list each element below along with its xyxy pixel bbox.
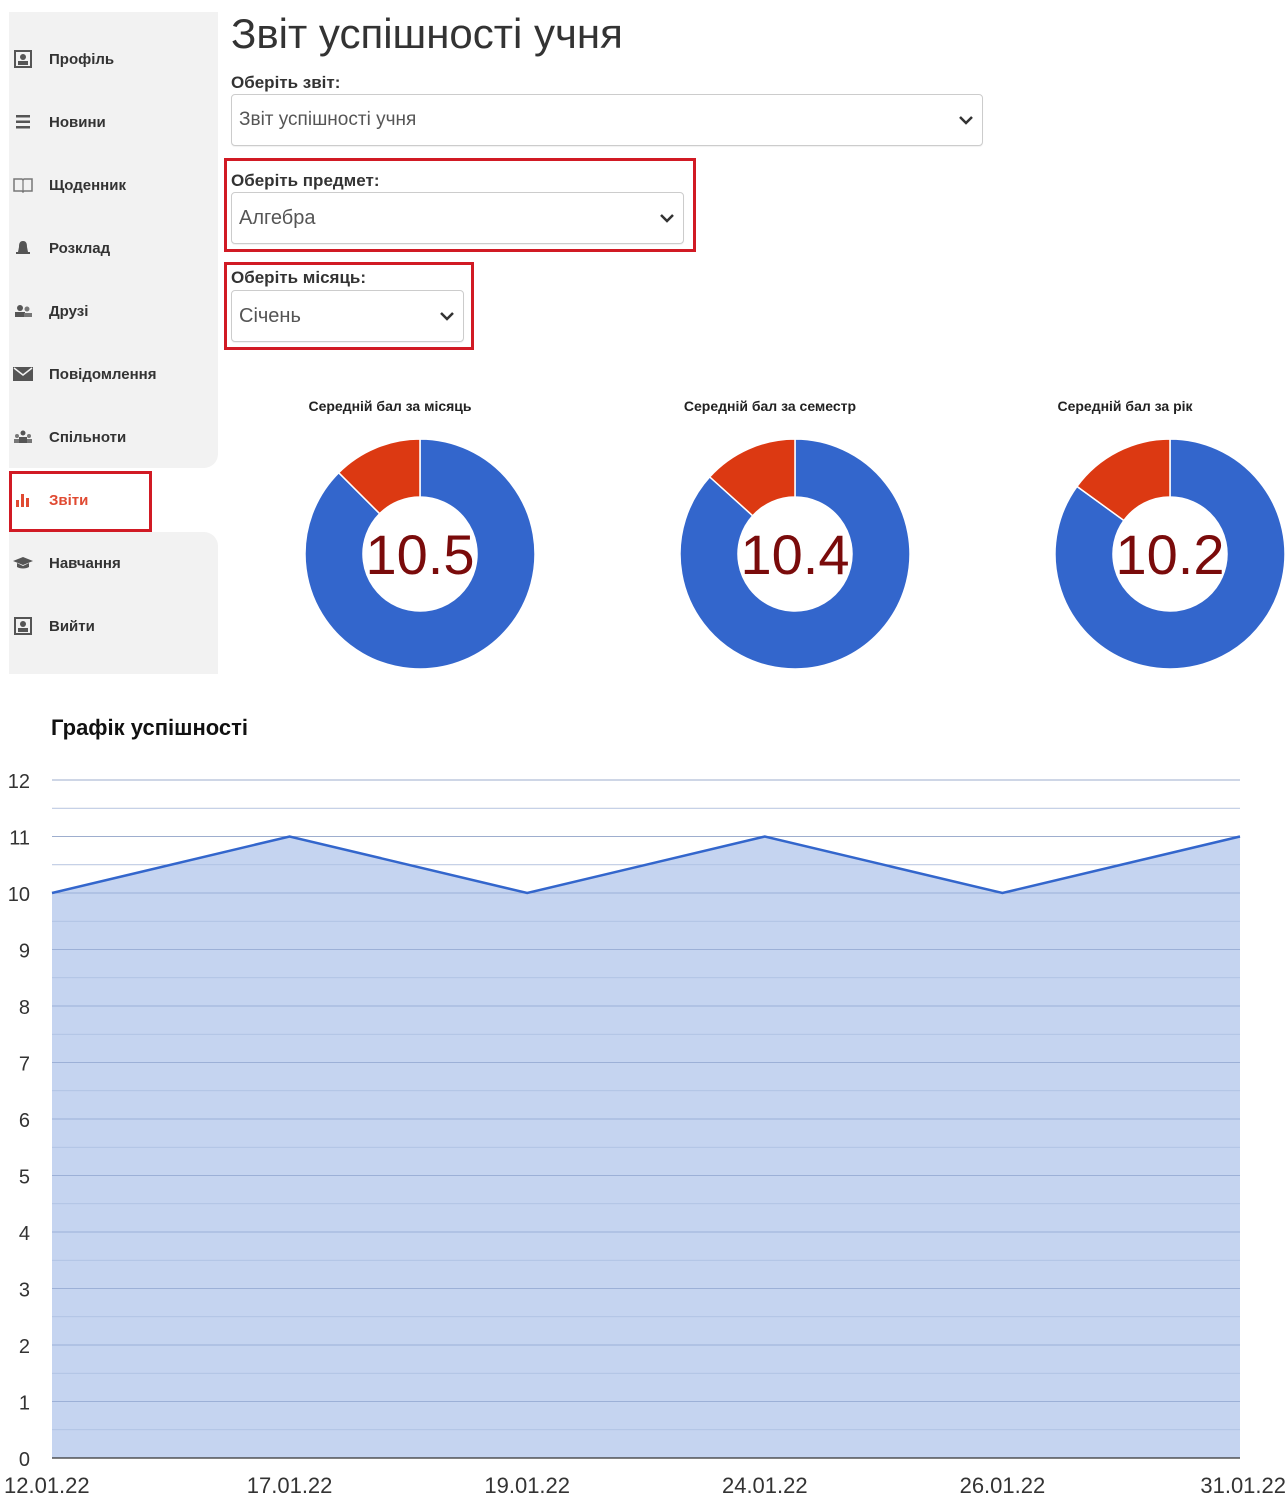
sidebar-item-label: Звіти	[49, 491, 89, 509]
x-tick-label: 17.01.22	[247, 1473, 333, 1497]
y-tick-label: 11	[9, 828, 30, 850]
y-tick-label: 6	[19, 1110, 30, 1132]
envelope-icon	[13, 364, 33, 384]
sidebar-item-label: Щоденник	[49, 176, 126, 194]
y-tick-label: 2	[19, 1336, 30, 1358]
sidebar-item-label: Профіль	[49, 50, 115, 68]
sidebar-item-label: Навчання	[49, 554, 121, 572]
report-select[interactable]: Звіт успішності учня	[231, 94, 983, 146]
subject-select[interactable]: Алгебра	[231, 192, 684, 244]
y-tick-label: 7	[19, 1054, 30, 1076]
graduation-cap-icon	[13, 553, 33, 573]
x-tick-label: 26.01.22	[960, 1473, 1046, 1497]
donut-year-title: Середній бал за рік	[1057, 398, 1193, 414]
sidebar-item-diary[interactable]: Щоденник	[13, 170, 126, 200]
y-tick-label: 0	[19, 1449, 30, 1471]
report-select-label: Оберіть звіт:	[231, 73, 341, 92]
chevron-down-icon	[959, 116, 973, 125]
y-tick-label: 8	[19, 997, 30, 1019]
sidebar-item-communities[interactable]: Спільноти	[13, 422, 126, 452]
month-select[interactable]: Січень	[231, 290, 464, 342]
x-tick-label: 24.01.22	[722, 1473, 808, 1497]
sidebar-item-label: Новини	[49, 113, 106, 131]
sidebar-item-label: Повідомлення	[49, 365, 157, 383]
sidebar-item-logout[interactable]: Вийти	[13, 611, 95, 641]
sidebar-item-schedule[interactable]: Розклад	[13, 233, 110, 263]
y-tick-label: 4	[19, 1223, 30, 1245]
donut-semester-title: Середній бал за семестр	[683, 398, 857, 414]
y-tick-label: 10	[8, 884, 30, 906]
x-tick-label: 19.01.22	[484, 1473, 570, 1497]
sidebar-item-messages[interactable]: Повідомлення	[13, 359, 156, 389]
subject-select-label: Оберіть предмет:	[231, 171, 380, 190]
book-icon	[13, 175, 33, 195]
chart-title: Графік успішності	[51, 715, 249, 740]
donut-month-title: Середній бал за місяць	[308, 398, 472, 414]
y-tick-label: 3	[19, 1280, 30, 1302]
bell-icon	[13, 238, 33, 258]
month-select-value: Січень	[239, 304, 301, 327]
chevron-down-icon	[660, 214, 674, 223]
sidebar-item-friends[interactable]: Друзі	[13, 296, 88, 326]
bar-chart-icon	[13, 490, 33, 510]
subject-select-value: Алгебра	[239, 206, 316, 229]
sidebar-item-label: Розклад	[49, 239, 111, 257]
x-tick-label: 31.01.22	[1200, 1473, 1286, 1497]
chevron-down-icon	[440, 312, 454, 321]
sidebar-item-label: Спільноти	[49, 428, 127, 446]
sidebar-item-profile[interactable]: Профіль	[13, 44, 114, 74]
sidebar-item-label: Друзі	[49, 302, 89, 320]
group-icon	[13, 427, 33, 447]
donut-month-value: 10.5	[365, 523, 475, 586]
month-select-label: Оберіть місяць:	[231, 268, 367, 287]
report-select-value: Звіт успішності учня	[239, 109, 417, 130]
donut-semester-value: 10.4	[740, 523, 850, 586]
y-tick-label: 1	[19, 1393, 30, 1415]
sidebar-item-reports[interactable]: Звіти	[13, 485, 88, 515]
y-tick-label: 5	[19, 1167, 30, 1189]
sidebar-item-label: Вийти	[49, 617, 95, 635]
sidebar-item-news[interactable]: Новини	[13, 107, 106, 137]
performance-area-chart: 012345678910111212.01.22 17.01.22 19.01.22…	[4, 771, 1286, 1497]
y-tick-label: 9	[19, 941, 30, 963]
x-tick-label: 12.01.22	[4, 1473, 90, 1497]
users-icon	[13, 301, 33, 321]
profile-card-icon	[13, 49, 33, 69]
donut-year-value: 10.2	[1115, 523, 1225, 586]
sidebar-item-learning[interactable]: Навчання	[13, 548, 121, 578]
page-title: Звіт успішності учня	[231, 10, 623, 57]
profile-card-icon	[13, 616, 33, 636]
list-icon	[13, 112, 33, 132]
y-tick-label: 12	[8, 771, 30, 793]
